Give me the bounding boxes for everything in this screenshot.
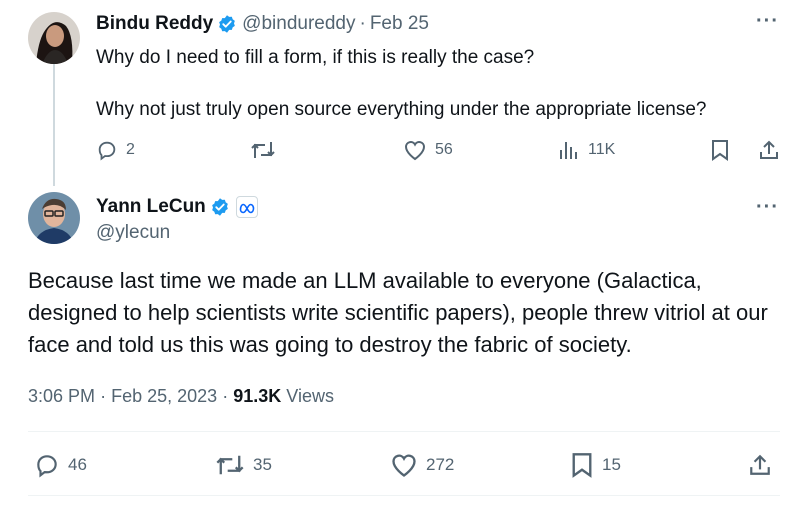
tweet-date[interactable]: Feb 25, 2023 [111,386,217,406]
thread-connector-line [53,64,55,186]
retweet-count: 35 [253,455,272,474]
author-handle[interactable]: @ylecun [96,222,170,244]
views-count: 91.3K [233,386,282,406]
bookmark-count: 15 [602,455,621,474]
reply-tweet-text: Why do I need to fill a form, if this is… [96,44,786,124]
separator-dot: · [359,13,366,34]
avatar[interactable] [28,192,80,244]
verified-badge-icon [210,197,230,217]
more-options-icon[interactable]: ··· [756,10,779,33]
bookmark-button[interactable]: 15 [570,452,621,478]
reply-button[interactable]: 46 [34,452,87,478]
reply-icon [98,141,116,161]
tweet-paragraph: Why do I need to fill a form, if this is… [96,47,535,68]
reply-icon [37,455,57,478]
like-count: 272 [426,455,455,474]
share-icon [750,454,770,475]
retweet-button[interactable] [250,139,276,161]
views-button[interactable]: 11K [558,139,615,161]
tweet-time[interactable]: 3:06 PM [28,386,95,406]
like-button[interactable]: 272 [390,452,454,478]
share-button[interactable] [758,139,780,161]
view-count: 11K [588,141,616,158]
bookmark-icon [572,453,592,478]
avatar[interactable] [28,12,80,64]
share-icon [760,140,778,159]
reply-count: 46 [68,455,87,474]
views-label: Views [286,386,334,406]
like-count: 56 [435,141,453,158]
reply-count: 2 [126,141,135,158]
share-button[interactable] [748,452,772,478]
tweet-date[interactable]: Feb 25 [370,13,429,35]
bookmark-icon [712,140,728,161]
reply-tweet-header: Bindu Reddy @bindureddy · Feb 25 [96,12,429,36]
bookmark-button[interactable] [710,139,730,161]
yann-avatar-image [28,192,80,244]
divider [28,431,780,432]
author-name[interactable]: Bindu Reddy [96,13,213,35]
main-tweet-text: Because last time we made an LLM availab… [28,268,768,357]
author-name[interactable]: Yann LeCun [96,196,206,218]
divider [28,495,780,496]
heart-icon [392,454,416,477]
reply-button[interactable]: 2 [96,139,135,161]
meta-logo-icon[interactable] [235,196,258,218]
separator-dot: · [222,386,229,406]
retweet-icon [251,142,275,158]
separator-dot: · [100,386,107,406]
tweet-paragraph: Why not just truly open source everythin… [96,99,707,120]
bindu-avatar-image [28,12,80,64]
author-handle[interactable]: @bindureddy [242,13,355,35]
like-button[interactable]: 56 [403,139,453,161]
more-options-icon[interactable]: ··· [756,196,779,219]
main-tweet-header: Yann LeCun [96,194,258,220]
heart-icon [404,141,426,161]
retweet-icon [216,455,244,475]
tweet-timestamp-row: 3:06 PM · Feb 25, 2023 · 91.3K Views [28,386,334,407]
retweet-button[interactable]: 35 [215,452,272,478]
analytics-icon [560,142,577,159]
verified-badge-icon [217,14,237,34]
